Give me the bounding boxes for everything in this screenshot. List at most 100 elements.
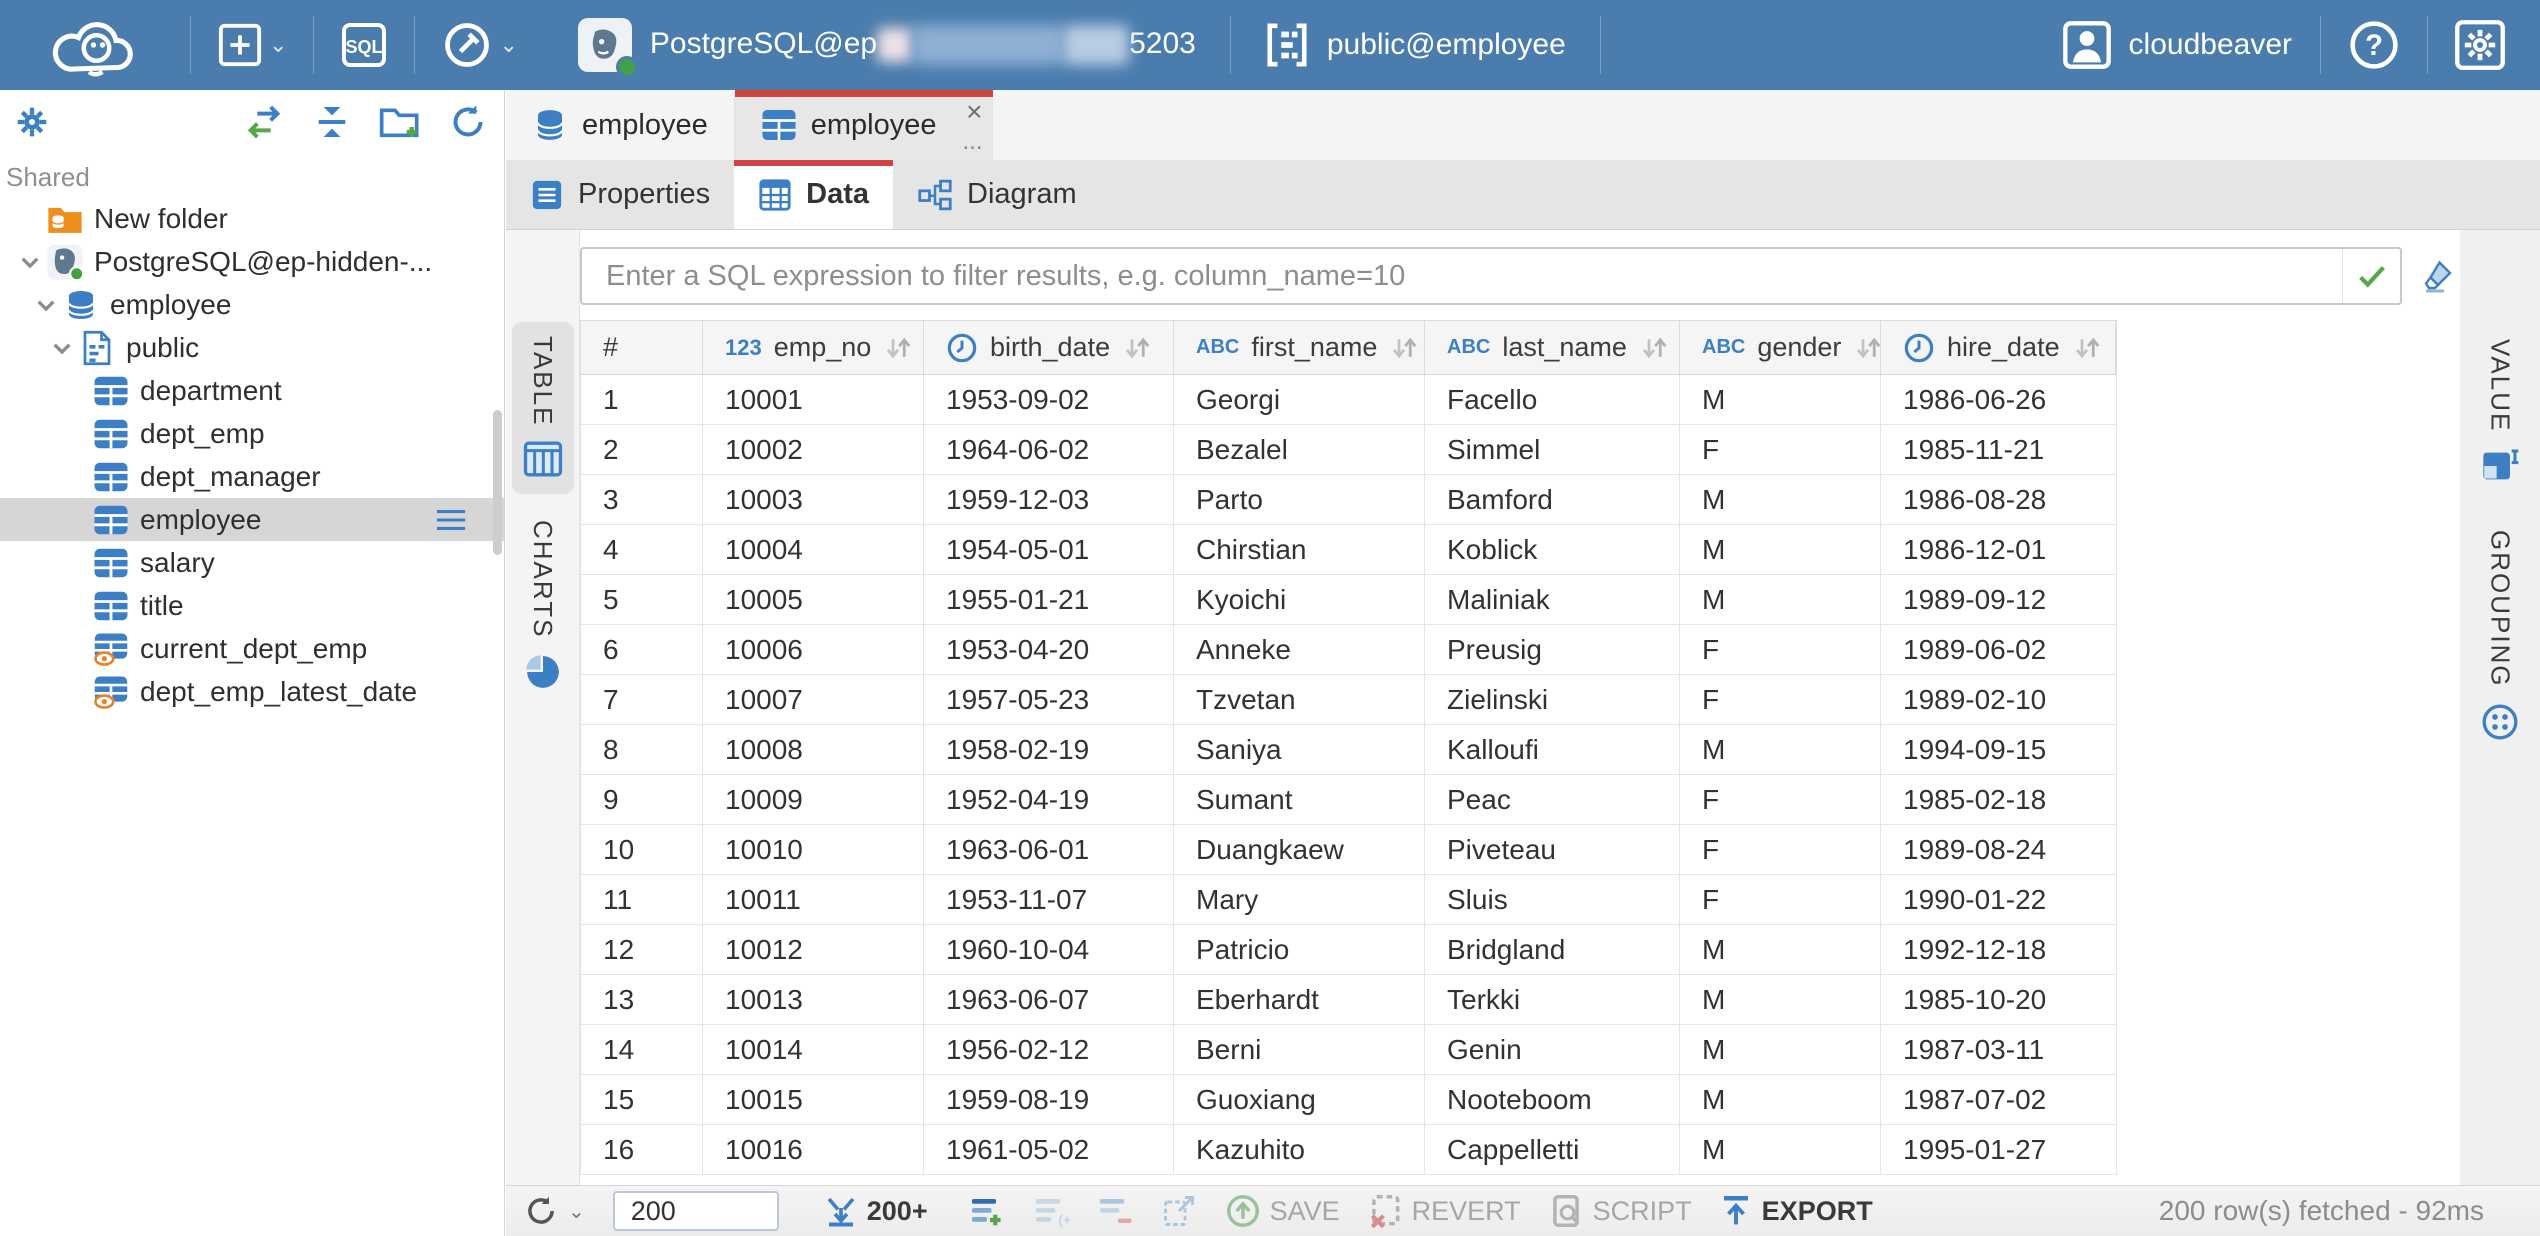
copy-special-button[interactable] (1160, 1193, 1198, 1229)
column-header-birth_date[interactable]: birth_date (924, 321, 1174, 374)
script-button[interactable]: SCRIPT (1547, 1192, 1692, 1230)
fetch-size-input[interactable] (613, 1191, 779, 1231)
cell-hire_date[interactable]: 1986-12-01 (1881, 525, 2116, 574)
sql-filter-input[interactable] (582, 260, 2342, 293)
sidebar-scrollbar[interactable] (493, 410, 502, 555)
cell-birth_date[interactable]: 1954-05-01 (924, 525, 1174, 574)
cell-first_name[interactable]: Saniya (1174, 725, 1425, 774)
cell-first_name[interactable]: Eberhardt (1174, 975, 1425, 1024)
cell-birth_date[interactable]: 1963-06-07 (924, 975, 1174, 1024)
cell-hire_date[interactable]: 1985-10-20 (1881, 975, 2116, 1024)
cell-last_name[interactable]: Preusig (1425, 625, 1680, 674)
cell-last_name[interactable]: Nooteboom (1425, 1075, 1680, 1124)
item-actions-menu-icon[interactable] (434, 508, 468, 532)
cell-emp_no[interactable]: 10016 (703, 1125, 924, 1174)
cell-rownum[interactable]: 11 (581, 875, 703, 924)
cell-birth_date[interactable]: 1953-11-07 (924, 875, 1174, 924)
cell-gender[interactable]: M (1680, 475, 1881, 524)
cell-emp_no[interactable]: 10012 (703, 925, 924, 974)
apply-filter-icon[interactable] (2342, 249, 2400, 303)
clear-filter-icon[interactable] (2420, 258, 2456, 294)
cell-birth_date[interactable]: 1961-05-02 (924, 1125, 1174, 1174)
column-header-first_name[interactable]: ABCfirst_name (1174, 321, 1425, 374)
cell-hire_date[interactable]: 1989-08-24 (1881, 825, 2116, 874)
tab-diagram[interactable]: Diagram (893, 160, 1101, 229)
cell-last_name[interactable]: Sluis (1425, 875, 1680, 924)
navigator-settings-icon[interactable] (12, 102, 52, 142)
cell-first_name[interactable]: Georgi (1174, 375, 1425, 424)
cell-gender[interactable]: M (1680, 975, 1881, 1024)
cell-emp_no[interactable]: 10004 (703, 525, 924, 574)
sort-icon[interactable] (1853, 333, 1883, 363)
column-header-rownum[interactable]: # (581, 321, 703, 374)
cell-last_name[interactable]: Simmel (1425, 425, 1680, 474)
cell-gender[interactable]: F (1680, 775, 1881, 824)
cell-gender[interactable]: M (1680, 1025, 1881, 1074)
tree-item-dept-manager[interactable]: dept_manager (0, 455, 504, 498)
cell-hire_date[interactable]: 1989-09-12 (1881, 575, 2116, 624)
cell-first_name[interactable]: Mary (1174, 875, 1425, 924)
cell-hire_date[interactable]: 1985-02-18 (1881, 775, 2116, 824)
tab-employee-table[interactable]: employee × ... (735, 90, 993, 160)
cell-gender[interactable]: M (1680, 1125, 1881, 1174)
cell-rownum[interactable]: 1 (581, 375, 703, 424)
tab-grouping-panel[interactable]: GROUPING (2468, 516, 2532, 758)
cell-gender[interactable]: M (1680, 1075, 1881, 1124)
cell-hire_date[interactable]: 1985-11-21 (1881, 425, 2116, 474)
cell-first_name[interactable]: Kazuhito (1174, 1125, 1425, 1174)
cell-first_name[interactable]: Bezalel (1174, 425, 1425, 474)
cell-last_name[interactable]: Maliniak (1425, 575, 1680, 624)
tree-item-new-folder[interactable]: New folder (0, 197, 504, 240)
cell-rownum[interactable]: 12 (581, 925, 703, 974)
cell-hire_date[interactable]: 1987-03-11 (1881, 1025, 2116, 1074)
cell-rownum[interactable]: 14 (581, 1025, 703, 1074)
cell-hire_date[interactable]: 1989-02-10 (1881, 675, 2116, 724)
close-icon[interactable]: × (966, 98, 982, 126)
cell-gender[interactable]: F (1680, 425, 1881, 474)
cell-hire_date[interactable]: 1992-12-18 (1881, 925, 2116, 974)
tab-value-panel[interactable]: VALUE (2468, 325, 2532, 502)
connection-selector[interactable]: PostgreSQL@ep5203 (544, 0, 1230, 90)
cell-first_name[interactable]: Patricio (1174, 925, 1425, 974)
cell-gender[interactable]: M (1680, 725, 1881, 774)
cell-birth_date[interactable]: 1959-12-03 (924, 475, 1174, 524)
column-header-hire_date[interactable]: hire_date (1881, 321, 2116, 374)
column-header-emp_no[interactable]: 123emp_no (703, 321, 924, 374)
cell-last_name[interactable]: Peac (1425, 775, 1680, 824)
cell-rownum[interactable]: 15 (581, 1075, 703, 1124)
new-object-button[interactable]: ⌄ (191, 0, 313, 90)
cell-birth_date[interactable]: 1957-05-23 (924, 675, 1174, 724)
help-button[interactable]: ? (2321, 0, 2427, 90)
tree-item-postgresql-ep-hidden-[interactable]: PostgreSQL@ep-hidden-... (0, 240, 504, 283)
cell-gender[interactable]: M (1680, 375, 1881, 424)
sort-icon[interactable] (883, 333, 913, 363)
cell-rownum[interactable]: 6 (581, 625, 703, 674)
cell-emp_no[interactable]: 10010 (703, 825, 924, 874)
cell-birth_date[interactable]: 1953-09-02 (924, 375, 1174, 424)
cell-birth_date[interactable]: 1964-06-02 (924, 425, 1174, 474)
cell-emp_no[interactable]: 10001 (703, 375, 924, 424)
tree-item-public[interactable]: public (0, 326, 504, 369)
sort-icon[interactable] (1389, 333, 1419, 363)
cell-emp_no[interactable]: 10005 (703, 575, 924, 624)
cell-gender[interactable]: F (1680, 825, 1881, 874)
cell-rownum[interactable]: 9 (581, 775, 703, 824)
tab-table-presentation[interactable]: TABLE (512, 322, 574, 494)
cell-emp_no[interactable]: 10011 (703, 875, 924, 924)
chevron-expanded-icon[interactable] (29, 292, 62, 318)
cell-last_name[interactable]: Terkki (1425, 975, 1680, 1024)
cell-emp_no[interactable]: 10007 (703, 675, 924, 724)
cell-last_name[interactable]: Cappelletti (1425, 1125, 1680, 1174)
tree-item-dept-emp[interactable]: dept_emp (0, 412, 504, 455)
cell-rownum[interactable]: 10 (581, 825, 703, 874)
save-button[interactable]: SAVE (1224, 1192, 1340, 1230)
cell-last_name[interactable]: Kalloufi (1425, 725, 1680, 774)
cell-hire_date[interactable]: 1986-06-26 (1881, 375, 2116, 424)
cell-first_name[interactable]: Anneke (1174, 625, 1425, 674)
tab-charts-presentation[interactable]: CHARTS (512, 506, 574, 706)
cell-emp_no[interactable]: 10008 (703, 725, 924, 774)
schema-selector[interactable]: public@employee (1231, 0, 1600, 90)
cell-hire_date[interactable]: 1995-01-27 (1881, 1125, 2116, 1174)
cell-last_name[interactable]: Bridgland (1425, 925, 1680, 974)
cell-hire_date[interactable]: 1989-06-02 (1881, 625, 2116, 674)
